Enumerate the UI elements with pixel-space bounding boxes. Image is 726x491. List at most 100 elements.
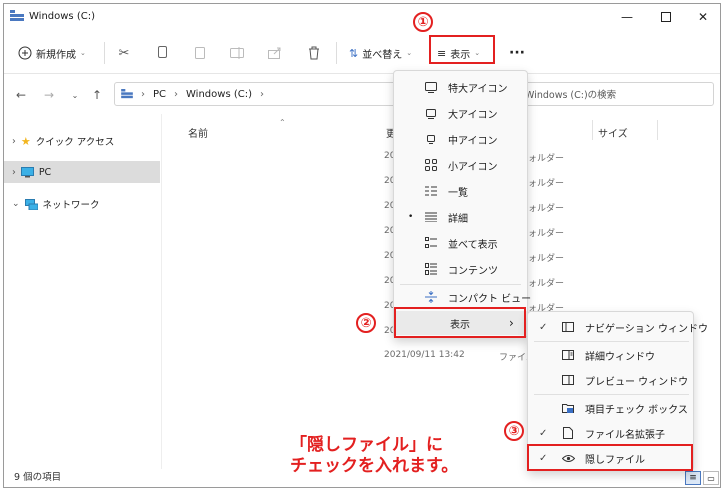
annotation-note-line-2: チェックを入れます。 xyxy=(290,456,459,476)
status-item-count: 9 個の項目 xyxy=(14,472,62,483)
menu-item-label: 詳細ウィンドウ xyxy=(585,351,655,363)
maximize-icon xyxy=(661,12,671,22)
annotation-step-3: ③ xyxy=(504,421,524,441)
nav-item-label: クイック アクセス xyxy=(35,137,115,148)
preview-pane-icon xyxy=(561,373,575,387)
chevron-down-icon: ⌄ xyxy=(71,90,79,100)
minimize-button[interactable]: — xyxy=(610,6,644,28)
content-icon xyxy=(424,262,438,276)
breadcrumb-separator: › xyxy=(260,88,264,100)
annotation-step-1: ① xyxy=(413,12,433,32)
menu-item-preview-pane[interactable]: プレビュー ウィンドウ xyxy=(528,368,693,392)
details-icon: ≡ xyxy=(689,473,697,483)
menu-item-compact-view[interactable]: コンパクト ビュー xyxy=(394,285,531,309)
forward-button[interactable]: → xyxy=(40,86,58,104)
address-row: ← → ⌄ ↑ › PC › Windows (C:) › Windows (C… xyxy=(4,74,720,114)
column-header-size[interactable]: サイズ xyxy=(598,125,628,140)
more-button[interactable]: ··· xyxy=(509,39,525,67)
pane-icon xyxy=(561,320,575,334)
nav-item-quick-access[interactable]: › ★ クイック アクセス xyxy=(4,130,160,152)
delete-button[interactable] xyxy=(303,42,325,64)
back-button[interactable]: ← xyxy=(12,86,30,104)
minimize-icon: — xyxy=(621,10,633,24)
check-icon: ✓ xyxy=(539,427,548,439)
menu-item-label: コンパクト ビュー xyxy=(448,293,532,305)
menu-item-small-icons[interactable]: 小アイコン xyxy=(394,153,527,177)
monitor-icon xyxy=(20,166,34,177)
cut-button[interactable]: ✂ xyxy=(113,42,135,64)
share-icon xyxy=(268,47,281,59)
sort-button[interactable]: ⇅ 並べ替え ⌄ xyxy=(349,39,412,67)
sort-arrow-icon: ⌃ xyxy=(279,118,286,127)
arrow-left-icon: ← xyxy=(15,88,27,102)
annotation-highlight-hidden-items xyxy=(527,444,693,471)
annotation-highlight-view-button xyxy=(429,35,495,64)
column-separator xyxy=(657,120,658,140)
menu-item-extra-large-icons[interactable]: 特大アイコン xyxy=(394,75,527,99)
folder-app-icon xyxy=(10,10,24,21)
recent-button[interactable]: ⌄ xyxy=(66,86,84,104)
paste-button[interactable] xyxy=(189,42,211,64)
divider xyxy=(336,42,337,64)
arrow-right-icon: → xyxy=(43,88,55,102)
file-icon xyxy=(561,426,575,440)
chevron-down-icon: ⌄ xyxy=(406,49,413,57)
column-header-name[interactable]: 名前 xyxy=(188,125,208,140)
monitor-icon xyxy=(424,80,438,94)
breadcrumb-separator: › xyxy=(141,88,145,100)
tiles-view-button[interactable]: ▭ xyxy=(703,471,719,485)
menu-item-label: 特大アイコン xyxy=(448,83,508,95)
menu-item-file-extensions[interactable]: ✓ ファイル名拡張子 xyxy=(528,421,693,445)
star-icon: ★ xyxy=(20,134,31,148)
compact-icon xyxy=(424,290,438,304)
details-view-button[interactable]: ≡ xyxy=(685,471,701,485)
menu-item-large-icons[interactable]: 大アイコン xyxy=(394,101,527,125)
rename-button[interactable] xyxy=(226,42,248,64)
menu-item-label: 並べて表示 xyxy=(448,239,498,251)
nav-item-label: ネットワーク xyxy=(42,200,100,211)
menu-item-details-pane[interactable]: 詳細ウィンドウ xyxy=(528,343,693,367)
annotation-note-line-1: 「隠しファイル」に xyxy=(290,435,443,455)
menu-item-medium-icons[interactable]: 中アイコン xyxy=(394,127,527,151)
menu-item-navigation-pane[interactable]: ✓ ナビゲーション ウィンドウ xyxy=(528,315,708,339)
menu-item-details[interactable]: • 詳細 xyxy=(394,205,527,229)
details-icon xyxy=(424,210,438,224)
close-button[interactable]: ✕ xyxy=(686,6,720,28)
breadcrumb-drive[interactable]: Windows (C:) xyxy=(186,89,252,100)
network-icon xyxy=(24,198,38,210)
paste-icon xyxy=(195,47,205,59)
share-button[interactable] xyxy=(264,42,286,64)
more-icon: ··· xyxy=(509,45,525,61)
view-menu: 特大アイコン 大アイコン 中アイコン 小アイコン 一覧 • 詳細 並べて表示 コ… xyxy=(393,70,531,338)
maximize-button[interactable] xyxy=(649,6,683,28)
up-button[interactable]: ↑ xyxy=(88,86,106,104)
monitor-icon xyxy=(424,106,438,120)
menu-item-item-checkboxes[interactable]: 項目チェック ボックス xyxy=(528,396,693,420)
details-pane-icon xyxy=(561,348,575,362)
menu-item-label: ナビゲーション ウィンドウ xyxy=(585,323,708,335)
rename-icon xyxy=(230,47,244,59)
plus-circle-icon xyxy=(18,46,32,60)
nav-item-network[interactable]: ⌄ ネットワーク xyxy=(4,193,160,215)
menu-item-label: コンテンツ xyxy=(448,265,498,277)
menu-item-tiles[interactable]: 並べて表示 xyxy=(394,231,527,255)
new-button[interactable]: 新規作成 ⌄ xyxy=(18,39,86,67)
chevron-right-icon: › xyxy=(12,135,16,147)
check-icon: ✓ xyxy=(539,321,548,333)
list-icon xyxy=(424,184,438,198)
divider xyxy=(104,42,105,64)
chevron-down-icon: ⌄ xyxy=(12,199,20,209)
nav-item-pc[interactable]: › PC xyxy=(4,161,160,183)
menu-item-list[interactable]: 一覧 xyxy=(394,179,527,203)
search-placeholder: Windows (C:)の検索 xyxy=(525,90,617,101)
table-row[interactable]: 2021/09/11 13:42 ファイル xyxy=(384,350,535,363)
breadcrumb-separator: › xyxy=(174,88,179,100)
column-separator xyxy=(592,120,593,140)
menu-item-content[interactable]: コンテンツ xyxy=(394,257,527,281)
search-input[interactable]: Windows (C:)の検索 xyxy=(516,82,714,106)
copy-button[interactable] xyxy=(151,42,173,64)
breadcrumb-pc[interactable]: PC xyxy=(153,89,166,100)
menu-divider xyxy=(534,341,689,342)
address-bar[interactable]: › PC › Windows (C:) › xyxy=(114,82,396,106)
title-bar: Windows (C:) — ✕ xyxy=(4,4,720,32)
